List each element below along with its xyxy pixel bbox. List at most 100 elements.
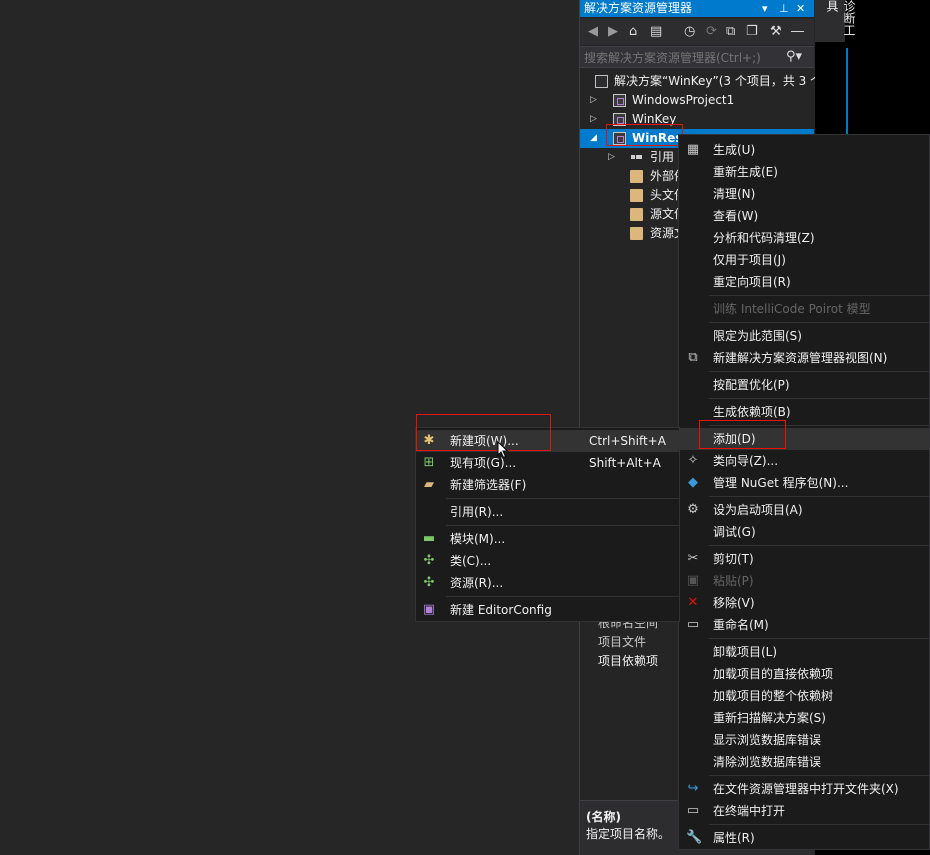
menu-item-retarget[interactable]: 重定向项目(R) (679, 271, 929, 293)
expand-icon[interactable]: ▷ (608, 148, 618, 167)
folder-icon (630, 170, 643, 183)
menu-item-load-direct-deps[interactable]: 加载项目的直接依赖项 (679, 663, 929, 685)
menu-item-clean[interactable]: 清理(N) (679, 183, 929, 205)
menu-separator (709, 775, 929, 776)
menu-item-open-terminal[interactable]: ▭ 在终端中打开 (679, 800, 929, 822)
menu-item-remove[interactable]: ✕ 移除(V) (679, 592, 929, 614)
menu-item-rename[interactable]: ▭ 重命名(M) (679, 614, 929, 636)
menu-item-rescan[interactable]: 重新扫描解决方案(S) (679, 707, 929, 729)
menu-item-set-startup[interactable]: ⚙ 设为启动项目(A) (679, 499, 929, 521)
collapse-all-icon[interactable]: ⧉ (726, 24, 735, 39)
wrench-icon: 🔧 (686, 830, 703, 845)
description-title: (名称) (586, 810, 621, 824)
menu-item-paste: ▣ 粘贴(P) (686, 573, 754, 589)
rename-icon: ▭ (686, 617, 700, 632)
remove-icon: ✕ (687, 595, 699, 610)
menu-separator (709, 295, 929, 296)
wrench-icon[interactable]: ⚒ (770, 24, 782, 39)
menu-item-rebuild[interactable]: 重新生成(E) (679, 161, 929, 183)
new-view-icon: ⧉ (688, 350, 698, 365)
search-icon[interactable]: ⚲▾ (786, 49, 802, 64)
resource-icon: ✣ (423, 575, 435, 590)
menu-item-resource[interactable]: ✣ 资源(R)... (416, 572, 679, 594)
menu-item-analyze[interactable]: 分析和代码清理(Z) (679, 227, 929, 249)
filter-folder-icon (630, 189, 643, 202)
collapse-icon[interactable]: ◢ (590, 129, 600, 148)
gear-icon: ⚙ (687, 502, 699, 517)
sync-icon[interactable]: ⟳ (706, 24, 717, 39)
menu-item-project-only[interactable]: 仅用于项目(J) (679, 249, 929, 271)
scissors-icon: ✂ (687, 551, 699, 566)
menu-item-unload[interactable]: 卸载项目(L) (679, 641, 929, 663)
tree-item-solution[interactable]: 解决方案“WinKey”(3 个项目，共 3 个 (580, 72, 822, 91)
switch-views-icon[interactable]: ▤ (650, 24, 662, 39)
menu-item-clear-db-errors[interactable]: 清除浏览数据库错误 (679, 751, 929, 773)
overflow-icon[interactable]: ― (791, 24, 804, 39)
project-icon (613, 132, 626, 145)
pending-changes-icon[interactable]: ◷ (684, 24, 695, 39)
back-icon[interactable]: ◀ (588, 24, 598, 39)
menu-item-open-in-explorer[interactable]: ↪ 在文件资源管理器中打开文件夹(X) (679, 778, 929, 800)
menu-item-properties[interactable]: 🔧 属性(R) (679, 827, 929, 849)
menu-item-debug[interactable]: 调试(G) (679, 521, 929, 543)
menu-item-add[interactable]: 添加(D) (679, 428, 929, 450)
menu-item-pgo[interactable]: 按配置优化(P) (679, 374, 929, 396)
menu-item-cut[interactable]: ✂ 剪切(T) (679, 548, 929, 570)
tree-item-project[interactable]: ▷ WindowsProject1 (580, 91, 814, 110)
menu-item-nuget[interactable]: ◆ 管理 NuGet 程序包(N)... (679, 472, 929, 494)
menu-separator (709, 638, 929, 639)
filter-folder-icon (630, 208, 643, 221)
search-input[interactable] (584, 49, 780, 66)
close-icon[interactable]: ✕ (796, 0, 805, 17)
class-icon: ✣ (423, 553, 435, 568)
open-folder-icon: ↪ (687, 781, 699, 796)
show-all-files-icon[interactable]: ❐ (746, 24, 758, 39)
menu-item-class[interactable]: ✣ 类(C)... (416, 550, 679, 572)
menu-item-reference[interactable]: 引用(R)... (416, 501, 679, 523)
class-wizard-icon: ✧ (687, 453, 699, 468)
menu-item-build-dependencies[interactable]: 生成依赖项(B) (679, 401, 929, 423)
module-icon: ▬ (422, 531, 436, 546)
references-icon (630, 151, 643, 164)
menu-separator (446, 498, 679, 499)
add-submenu: ✱ 新建项(W)... Ctrl+Shift+A ⊞ 现有项(G)... Shi… (415, 427, 680, 622)
panel-title: 解决方案资源管理器 (584, 1, 693, 15)
expand-icon[interactable]: ▷ (590, 110, 600, 129)
new-item-icon: ✱ (423, 433, 435, 448)
property-row[interactable]: 项目依赖项 (598, 652, 658, 671)
menu-separator (446, 525, 679, 526)
build-icon: ▦ (686, 142, 700, 157)
menu-item-class-wizard[interactable]: ✧ 类向导(Z)... (679, 450, 929, 472)
solution-icon (595, 75, 608, 88)
tree-item-project[interactable]: ▷ WinKey (580, 110, 814, 129)
expand-icon[interactable]: ▷ (590, 91, 600, 110)
paste-icon: ▣ (686, 573, 700, 588)
menu-separator (709, 322, 929, 323)
terminal-icon: ▭ (686, 803, 700, 818)
menu-item-show-db-errors[interactable]: 显示浏览数据库错误 (679, 729, 929, 751)
accent-edge (846, 48, 848, 138)
menu-item-module[interactable]: ▬ 模块(M)... (416, 528, 679, 550)
menu-item-load-dep-tree[interactable]: 加载项目的整个依赖树 (679, 685, 929, 707)
property-row[interactable]: 项目文件 (598, 633, 646, 652)
dropdown-icon[interactable]: ▾ (762, 0, 768, 17)
menu-item-editorconfig[interactable]: ▣ 新建 EditorConfig (416, 599, 679, 621)
existing-item-icon: ⊞ (423, 455, 435, 470)
search-box[interactable]: ⚲▾ (580, 46, 814, 68)
menu-item-new-filter[interactable]: ▰ 新建筛选器(F) (416, 474, 679, 496)
side-tab-diagnostics[interactable]: 诊断工具 (815, 0, 856, 42)
menu-separator (709, 496, 929, 497)
menu-separator (709, 824, 929, 825)
menu-item-existing-item[interactable]: ⊞ 现有项(G)... Shift+Alt+A (416, 452, 679, 474)
pin-icon[interactable]: ⊥ (779, 0, 789, 17)
forward-icon[interactable]: ▶ (608, 24, 618, 39)
menu-item-view[interactable]: 查看(W) (679, 205, 929, 227)
home-icon[interactable]: ⌂ (629, 24, 637, 39)
menu-item-train-intellicode: 训练 IntelliCode Poirot 模型 (713, 302, 871, 316)
menu-item-scope-to-this[interactable]: 限定为此范围(S) (679, 325, 929, 347)
menu-item-new-view[interactable]: ⧉ 新建解决方案资源管理器视图(N) (679, 347, 929, 369)
project-icon (613, 113, 626, 126)
menu-separator (709, 425, 929, 426)
menu-item-build[interactable]: ▦ 生成(U) (679, 139, 929, 161)
menu-item-new-item[interactable]: ✱ 新建项(W)... Ctrl+Shift+A (416, 430, 679, 452)
